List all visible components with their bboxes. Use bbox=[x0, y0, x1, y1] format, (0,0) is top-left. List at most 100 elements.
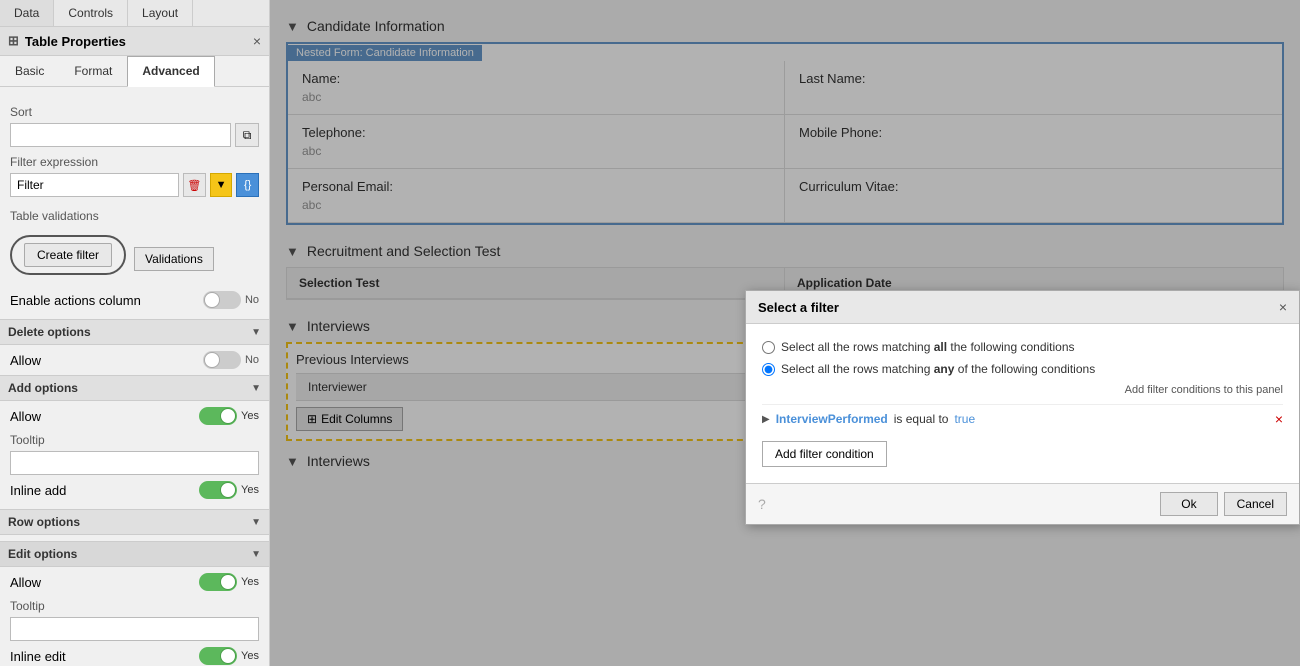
filter-modal: Select a filter × Select all the rows ma… bbox=[745, 290, 1300, 525]
condition-expand-arrow[interactable]: ▶ bbox=[762, 414, 770, 425]
top-tabs: Data Controls Layout bbox=[0, 0, 269, 27]
main-area: ▼ Candidate Information Nested Form: Can… bbox=[270, 0, 1300, 666]
add-options-label: Add options bbox=[8, 381, 78, 395]
sort-label: Sort bbox=[10, 105, 259, 119]
radio-all-label: Select all the rows matching all the fol… bbox=[781, 340, 1075, 354]
inline-edit-label-toggle: Yes bbox=[241, 650, 259, 662]
tab-layout[interactable]: Layout bbox=[128, 0, 193, 26]
filter-edit-button[interactable]: {} bbox=[236, 173, 259, 197]
inline-edit-knob bbox=[220, 648, 236, 664]
add-options-arrow: ▼ bbox=[251, 383, 261, 394]
tab-format[interactable]: Format bbox=[59, 56, 127, 86]
edit-options-label: Edit options bbox=[8, 547, 77, 561]
radio-any-label: Select all the rows matching any of the … bbox=[781, 362, 1095, 376]
sort-copy-button[interactable]: ⧉ bbox=[235, 123, 259, 147]
edit-options-header[interactable]: Edit options ▼ bbox=[0, 541, 269, 567]
edit-toggle-track[interactable] bbox=[199, 573, 237, 591]
edit-allow-toggle[interactable]: Yes bbox=[199, 573, 259, 591]
add-tooltip-row: Tooltip bbox=[10, 433, 259, 475]
modal-overlay: Select a filter × Select all the rows ma… bbox=[270, 0, 1300, 666]
delete-allow-row: Allow No bbox=[10, 351, 259, 369]
edit-tooltip-label: Tooltip bbox=[10, 599, 259, 613]
delete-toggle-track[interactable] bbox=[203, 351, 241, 369]
row-options-arrow: ▼ bbox=[251, 517, 261, 528]
ok-button[interactable]: Ok bbox=[1160, 492, 1217, 516]
toggle-label: No bbox=[245, 294, 259, 306]
edit-tooltip-row: Tooltip bbox=[10, 599, 259, 641]
add-allow-label: Allow bbox=[10, 409, 41, 424]
panel-close-button[interactable]: × bbox=[253, 33, 261, 49]
validations-button[interactable]: Validations bbox=[134, 247, 214, 271]
help-icon[interactable]: ? bbox=[758, 496, 766, 512]
validations-row: Table validations bbox=[10, 201, 259, 227]
filter-funnel-button[interactable]: ▼ bbox=[210, 173, 233, 197]
delete-options-arrow: ▼ bbox=[251, 327, 261, 338]
condition-val[interactable]: true bbox=[954, 412, 975, 426]
cancel-button[interactable]: Cancel bbox=[1224, 492, 1287, 516]
inline-add-row: Inline add Yes bbox=[10, 481, 259, 499]
edit-tooltip-input[interactable] bbox=[10, 617, 259, 641]
table-icon: ⊞ bbox=[8, 33, 19, 49]
inline-edit-label: Inline edit bbox=[10, 649, 66, 664]
edit-toggle-label: Yes bbox=[241, 576, 259, 588]
delete-allow-toggle[interactable]: No bbox=[203, 351, 259, 369]
inline-edit-toggle[interactable]: Yes bbox=[199, 647, 259, 665]
enable-actions-label: Enable actions column bbox=[10, 293, 141, 308]
inline-add-knob bbox=[220, 482, 236, 498]
toggle-knob bbox=[204, 292, 220, 308]
inline-edit-row: Inline edit Yes bbox=[10, 647, 259, 665]
inline-edit-track[interactable] bbox=[199, 647, 237, 665]
edit-options-arrow: ▼ bbox=[251, 549, 261, 560]
add-tooltip-input[interactable] bbox=[10, 451, 259, 475]
tab-advanced[interactable]: Advanced bbox=[127, 56, 214, 87]
delete-toggle-knob bbox=[204, 352, 220, 368]
inline-add-toggle[interactable]: Yes bbox=[199, 481, 259, 499]
modal-close-button[interactable]: × bbox=[1279, 299, 1287, 315]
delete-allow-label: Allow bbox=[10, 353, 41, 368]
edit-allow-row: Allow Yes bbox=[10, 573, 259, 591]
radio-all[interactable] bbox=[762, 341, 775, 354]
tab-controls[interactable]: Controls bbox=[54, 0, 128, 26]
panel-header: ⊞ Table Properties × bbox=[0, 27, 269, 56]
enable-actions-toggle[interactable]: No bbox=[203, 291, 259, 309]
inline-add-label-toggle: Yes bbox=[241, 484, 259, 496]
radio-any-row: Select all the rows matching any of the … bbox=[762, 362, 1283, 376]
delete-options-label: Delete options bbox=[8, 325, 91, 339]
panel-title-text: Table Properties bbox=[25, 34, 126, 49]
create-filter-highlight: Create filter bbox=[10, 235, 126, 275]
tab-data[interactable]: Data bbox=[0, 0, 54, 26]
modal-footer: ? Ok Cancel bbox=[746, 483, 1299, 524]
add-filter-condition-button[interactable]: Add filter condition bbox=[762, 441, 887, 467]
condition-delete-button[interactable]: × bbox=[1275, 411, 1283, 427]
radio-all-row: Select all the rows matching all the fol… bbox=[762, 340, 1283, 354]
sort-row: ⧉ bbox=[10, 123, 259, 147]
modal-body: Select all the rows matching all the fol… bbox=[746, 324, 1299, 483]
add-toggle-knob bbox=[220, 408, 236, 424]
panel-title: ⊞ Table Properties bbox=[8, 33, 126, 49]
condition-op: is equal to bbox=[894, 412, 949, 426]
filter-row: 🗑 ▼ {} bbox=[10, 173, 259, 197]
modal-title: Select a filter bbox=[758, 300, 839, 315]
toggle-track[interactable] bbox=[203, 291, 241, 309]
edit-toggle-knob bbox=[220, 574, 236, 590]
panel-content: Sort ⧉ Filter expression 🗑 ▼ {} Table va… bbox=[0, 87, 269, 666]
row-options-header[interactable]: Row options ▼ bbox=[0, 509, 269, 535]
delete-options-header[interactable]: Delete options ▼ bbox=[0, 319, 269, 345]
filter-delete-button[interactable]: 🗑 bbox=[183, 173, 206, 197]
inline-add-label: Inline add bbox=[10, 483, 66, 498]
create-filter-button[interactable]: Create filter bbox=[24, 243, 112, 267]
condition-field[interactable]: InterviewPerformed bbox=[776, 412, 888, 426]
edit-allow-label: Allow bbox=[10, 575, 41, 590]
radio-any[interactable] bbox=[762, 363, 775, 376]
panel-tabs: Basic Format Advanced bbox=[0, 56, 269, 87]
filter-input[interactable] bbox=[10, 173, 179, 197]
add-toggle-track[interactable] bbox=[199, 407, 237, 425]
add-allow-toggle[interactable]: Yes bbox=[199, 407, 259, 425]
table-validations-label: Table validations bbox=[10, 209, 99, 223]
add-tooltip-label: Tooltip bbox=[10, 433, 259, 447]
inline-add-track[interactable] bbox=[199, 481, 237, 499]
filter-condition-0: ▶ InterviewPerformed is equal to true × bbox=[762, 404, 1283, 433]
tab-basic[interactable]: Basic bbox=[0, 56, 59, 86]
add-options-header[interactable]: Add options ▼ bbox=[0, 375, 269, 401]
sort-input[interactable] bbox=[10, 123, 231, 147]
